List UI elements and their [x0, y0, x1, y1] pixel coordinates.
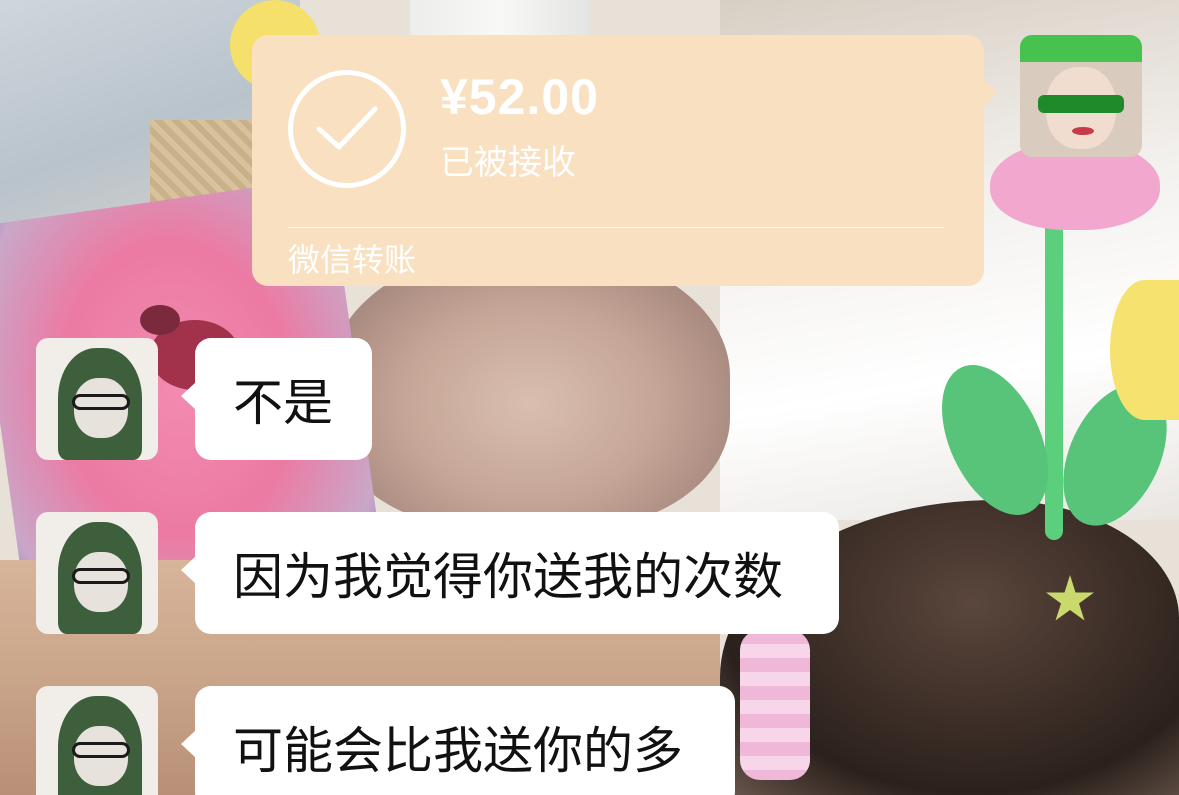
- avatar-glasses: [72, 394, 130, 410]
- background-bear-eye: [140, 305, 180, 335]
- background-flower: [1110, 280, 1179, 420]
- transfer-amount: ¥52.00: [440, 69, 599, 125]
- avatar-glasses: [72, 742, 130, 758]
- avatar-lips: [1072, 127, 1094, 135]
- avatar-other[interactable]: [36, 686, 158, 795]
- message-bubble[interactable]: 不是: [181, 338, 372, 460]
- background-cat: [330, 250, 730, 530]
- message-bubble[interactable]: 可能会比我送你的多: [181, 686, 735, 795]
- avatar-other[interactable]: [36, 512, 158, 634]
- avatar-self[interactable]: [1020, 35, 1142, 157]
- background-flower-stem: [1045, 220, 1063, 540]
- transfer-status: 已被接收: [440, 143, 576, 183]
- transfer-message[interactable]: ¥52.00 已被接收 微信转账: [252, 35, 998, 286]
- avatar-glasses: [72, 568, 130, 584]
- transfer-source: 微信转账: [288, 241, 417, 279]
- avatar-glasses: [1038, 95, 1124, 113]
- background-hair-clip: [740, 630, 810, 780]
- divider: [288, 227, 944, 228]
- check-circle-icon: [288, 70, 406, 188]
- message-bubble[interactable]: 因为我觉得你送我的次数: [181, 512, 839, 634]
- avatar-other[interactable]: [36, 338, 158, 460]
